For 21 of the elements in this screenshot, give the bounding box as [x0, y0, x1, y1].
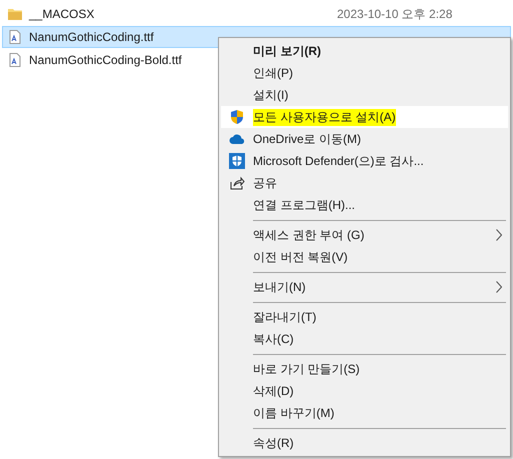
menu-item-label: 공유 [253, 174, 277, 192]
menu-item-label: 이름 바꾸기(M) [253, 404, 334, 422]
menu-item-label: 연결 프로그램(H)... [253, 196, 355, 214]
menu-item-label: Microsoft Defender(으)로 검사... [253, 152, 424, 170]
file-name: NanumGothicCoding.ttf [29, 30, 155, 44]
menu-item-label: 인쇄(P) [253, 64, 293, 82]
menu-item-label: 이전 버전 복원(V) [253, 248, 348, 266]
menu-item-label: 액세스 권한 부여 (G) [253, 226, 364, 244]
menu-item-label: OneDrive로 이동(M) [253, 130, 362, 148]
menu-item-label: 보내기(N) [253, 278, 306, 296]
file-name: __MACOSX [29, 7, 96, 21]
menu-item-label: 바로 가기 만들기(S) [253, 360, 360, 378]
menu-item-label: 설치(I) [253, 86, 288, 104]
file-name: NanumGothicCoding-Bold.ttf [29, 53, 183, 67]
menu-item-label: 잘라내기(T) [253, 308, 316, 326]
menu-item-label: 삭제(D) [253, 382, 294, 400]
menu-item-label: 모든 사용자용으로 설치(A) [253, 108, 396, 126]
menu-item-label: 복사(C) [253, 330, 294, 348]
menu-item-label: 속성(R) [253, 434, 294, 452]
menu-item-label: 미리 보기(R) [253, 42, 321, 60]
file-date: 2023-10-10 오후 2:28 [337, 6, 452, 22]
